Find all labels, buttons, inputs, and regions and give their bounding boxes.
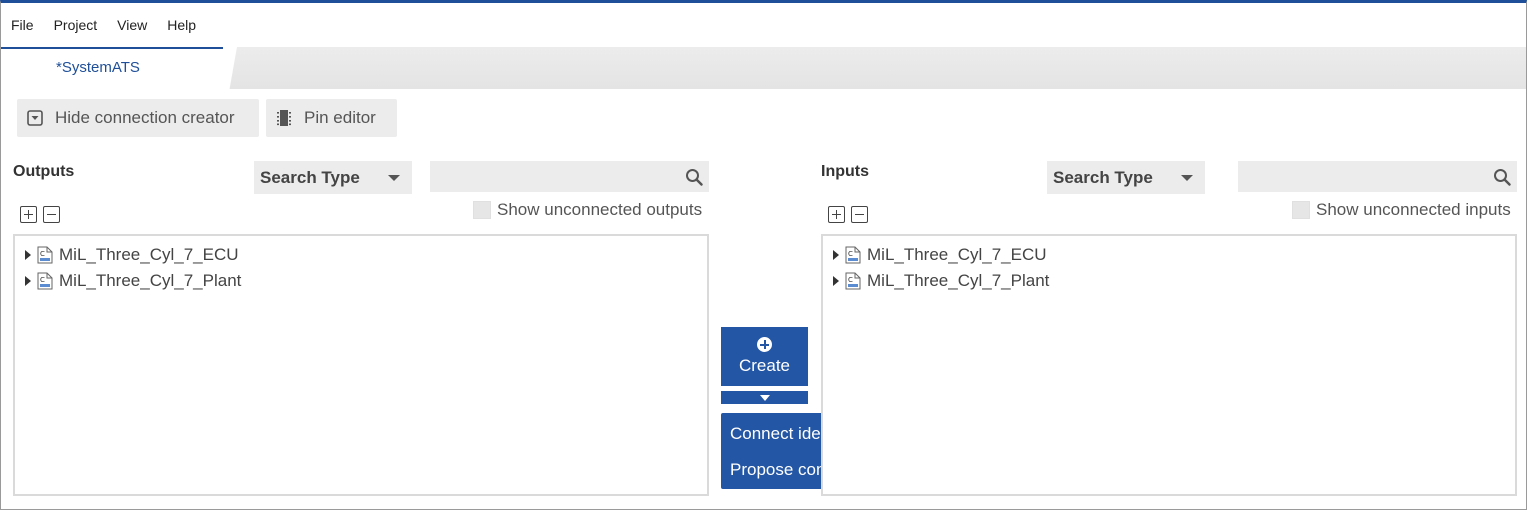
- expand-arrow-icon[interactable]: [25, 250, 31, 260]
- collapse-box-icon: [27, 110, 43, 126]
- expand-arrow-icon[interactable]: [833, 276, 839, 286]
- expand-all-icon[interactable]: [20, 206, 37, 223]
- expand-all-icon[interactable]: [828, 206, 845, 223]
- svg-text:C: C: [40, 250, 45, 258]
- expand-arrow-icon[interactable]: [833, 250, 839, 260]
- show-unconnected-inputs-label: Show unconnected inputs: [1316, 200, 1511, 219]
- tab-strip: *SystemATS: [1, 47, 1526, 89]
- pin-editor-button[interactable]: Pin editor: [266, 99, 397, 137]
- tree-item[interactable]: C MiL_Three_Cyl_7_ECU: [823, 242, 1515, 268]
- create-label: Create: [738, 356, 791, 375]
- inputs-title: Inputs: [821, 163, 869, 180]
- inputs-search-type-dropdown[interactable]: Search Type: [1047, 161, 1205, 194]
- create-dropdown-toggle[interactable]: [721, 391, 808, 404]
- menu-bar: File Project View Help: [1, 3, 1526, 47]
- outputs-title: Outputs: [13, 163, 75, 180]
- show-unconnected-outputs-checkbox[interactable]: Show unconnected outputs: [473, 200, 702, 220]
- create-button[interactable]: Create: [721, 327, 808, 386]
- component-file-icon: C: [37, 246, 53, 264]
- component-file-icon: C: [845, 246, 861, 264]
- inputs-tree: C MiL_Three_Cyl_7_ECU C MiL_Three_Cyl_7_…: [821, 234, 1517, 496]
- search-icon[interactable]: [1493, 168, 1511, 191]
- chevron-down-icon: [759, 394, 770, 401]
- inputs-tree-controls: [828, 206, 868, 223]
- outputs-tree-controls: [20, 206, 60, 223]
- outputs-search-type-dropdown[interactable]: Search Type: [254, 161, 412, 194]
- tab-system-ats[interactable]: *SystemATS: [1, 47, 229, 89]
- menu-project[interactable]: Project: [54, 17, 98, 33]
- menu-file[interactable]: File: [11, 17, 34, 33]
- show-unconnected-outputs-label: Show unconnected outputs: [497, 200, 703, 219]
- app-window: File Project View Help *SystemATS Hide c…: [0, 0, 1527, 510]
- hide-connection-creator-label: Hide connection creator: [55, 108, 235, 127]
- collapse-all-icon[interactable]: [43, 206, 60, 223]
- svg-text:C: C: [848, 276, 853, 284]
- show-unconnected-inputs-checkbox[interactable]: Show unconnected inputs: [1292, 200, 1511, 220]
- svg-text:C: C: [40, 276, 45, 284]
- tab-label: *SystemATS: [56, 59, 140, 76]
- pin-editor-label: Pin editor: [304, 108, 376, 127]
- plus-circle-icon: [757, 337, 772, 352]
- tree-item[interactable]: C MiL_Three_Cyl_7_Plant: [823, 268, 1515, 294]
- search-icon[interactable]: [685, 168, 703, 191]
- checkbox-icon: [1292, 201, 1310, 219]
- menu-help[interactable]: Help: [167, 17, 196, 33]
- chevron-down-icon: [1181, 175, 1193, 181]
- svg-text:C: C: [848, 250, 853, 258]
- outputs-search-type-label: Search Type: [260, 168, 360, 187]
- checkbox-icon: [473, 201, 491, 219]
- chevron-down-icon: [388, 175, 400, 181]
- tree-item[interactable]: C MiL_Three_Cyl_7_Plant: [15, 268, 707, 294]
- tree-item-label: MiL_Three_Cyl_7_Plant: [867, 271, 1050, 290]
- tab-edge: [223, 47, 243, 89]
- outputs-search-input[interactable]: [430, 161, 709, 192]
- component-file-icon: C: [37, 272, 53, 290]
- expand-arrow-icon[interactable]: [25, 276, 31, 286]
- tree-item[interactable]: C MiL_Three_Cyl_7_ECU: [15, 242, 707, 268]
- collapse-all-icon[interactable]: [851, 206, 868, 223]
- outputs-tree: C MiL_Three_Cyl_7_ECU C MiL_Three_Cyl_7_…: [13, 234, 709, 496]
- tree-item-label: MiL_Three_Cyl_7_ECU: [59, 245, 239, 264]
- inputs-search-input[interactable]: [1238, 161, 1517, 192]
- chip-icon: [276, 109, 292, 127]
- tree-item-label: MiL_Three_Cyl_7_ECU: [867, 245, 1047, 264]
- menu-view[interactable]: View: [117, 17, 147, 33]
- inputs-search-type-label: Search Type: [1053, 168, 1153, 187]
- tree-item-label: MiL_Three_Cyl_7_Plant: [59, 271, 242, 290]
- component-file-icon: C: [845, 272, 861, 290]
- hide-connection-creator-button[interactable]: Hide connection creator: [17, 99, 259, 137]
